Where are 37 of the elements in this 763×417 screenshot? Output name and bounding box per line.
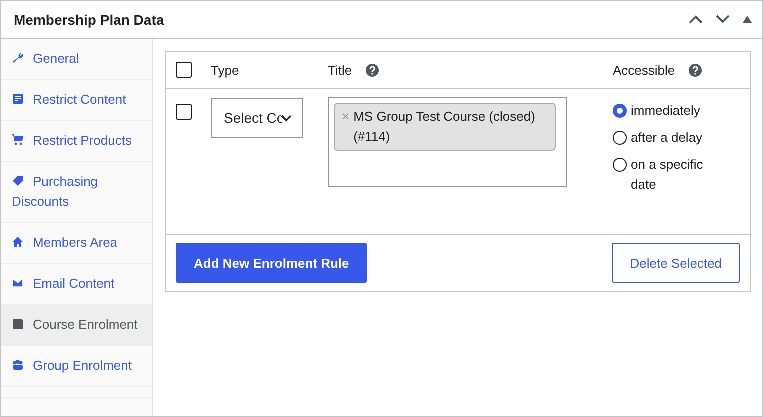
sidebar-tab[interactable]: Purchasing Discounts (1, 162, 152, 223)
help-icon[interactable] (366, 64, 380, 76)
sidebar-tab[interactable]: Course Enrolment (1, 305, 152, 346)
tag-label: MS Group Test Course (closed) (#114) (354, 108, 536, 146)
column-header: Type (211, 62, 240, 78)
column-header: Title (328, 62, 352, 78)
row-checkbox[interactable] (176, 104, 192, 120)
radio-button[interactable] (613, 158, 627, 172)
radio-label: on a specific date (631, 156, 704, 194)
document-icon (12, 93, 24, 105)
radio-button[interactable] (613, 104, 627, 118)
help-icon[interactable] (689, 64, 702, 76)
wrench-icon (12, 52, 24, 64)
chevron-up-icon[interactable] (689, 15, 703, 24)
sidebar-tab[interactable]: Restrict Content (1, 80, 152, 121)
envelope-icon (12, 277, 24, 289)
cart-icon (12, 134, 24, 146)
panel-title: Membership Plan Data (14, 12, 164, 28)
add-rule-button[interactable]: Add New Enrolment Rule (176, 243, 368, 283)
sidebar-tab[interactable]: Group Enrolment (1, 346, 152, 387)
sidebar-tab[interactable]: Restrict Products (1, 121, 152, 162)
sidebar-tab[interactable]: General (1, 39, 152, 80)
radio-label: immediately (631, 102, 700, 120)
remove-tag-button[interactable]: × (342, 107, 350, 127)
column-header: Accessible (613, 62, 676, 78)
tag-icon (12, 175, 24, 187)
sidebar-tab[interactable]: Members Area (1, 223, 152, 264)
house-icon (12, 236, 24, 248)
people-icon (12, 359, 24, 371)
collapse-triangle-icon[interactable] (743, 16, 752, 23)
radio-button[interactable] (613, 131, 627, 145)
book-icon (12, 318, 24, 330)
title-field[interactable]: × MS Group Test Course (closed) (#114) (328, 97, 567, 187)
chevron-down-icon[interactable] (716, 15, 730, 24)
select-all-checkbox[interactable] (176, 62, 192, 78)
delete-selected-button[interactable]: Delete Selected (612, 243, 740, 283)
radio-label: after a delay (631, 129, 703, 147)
